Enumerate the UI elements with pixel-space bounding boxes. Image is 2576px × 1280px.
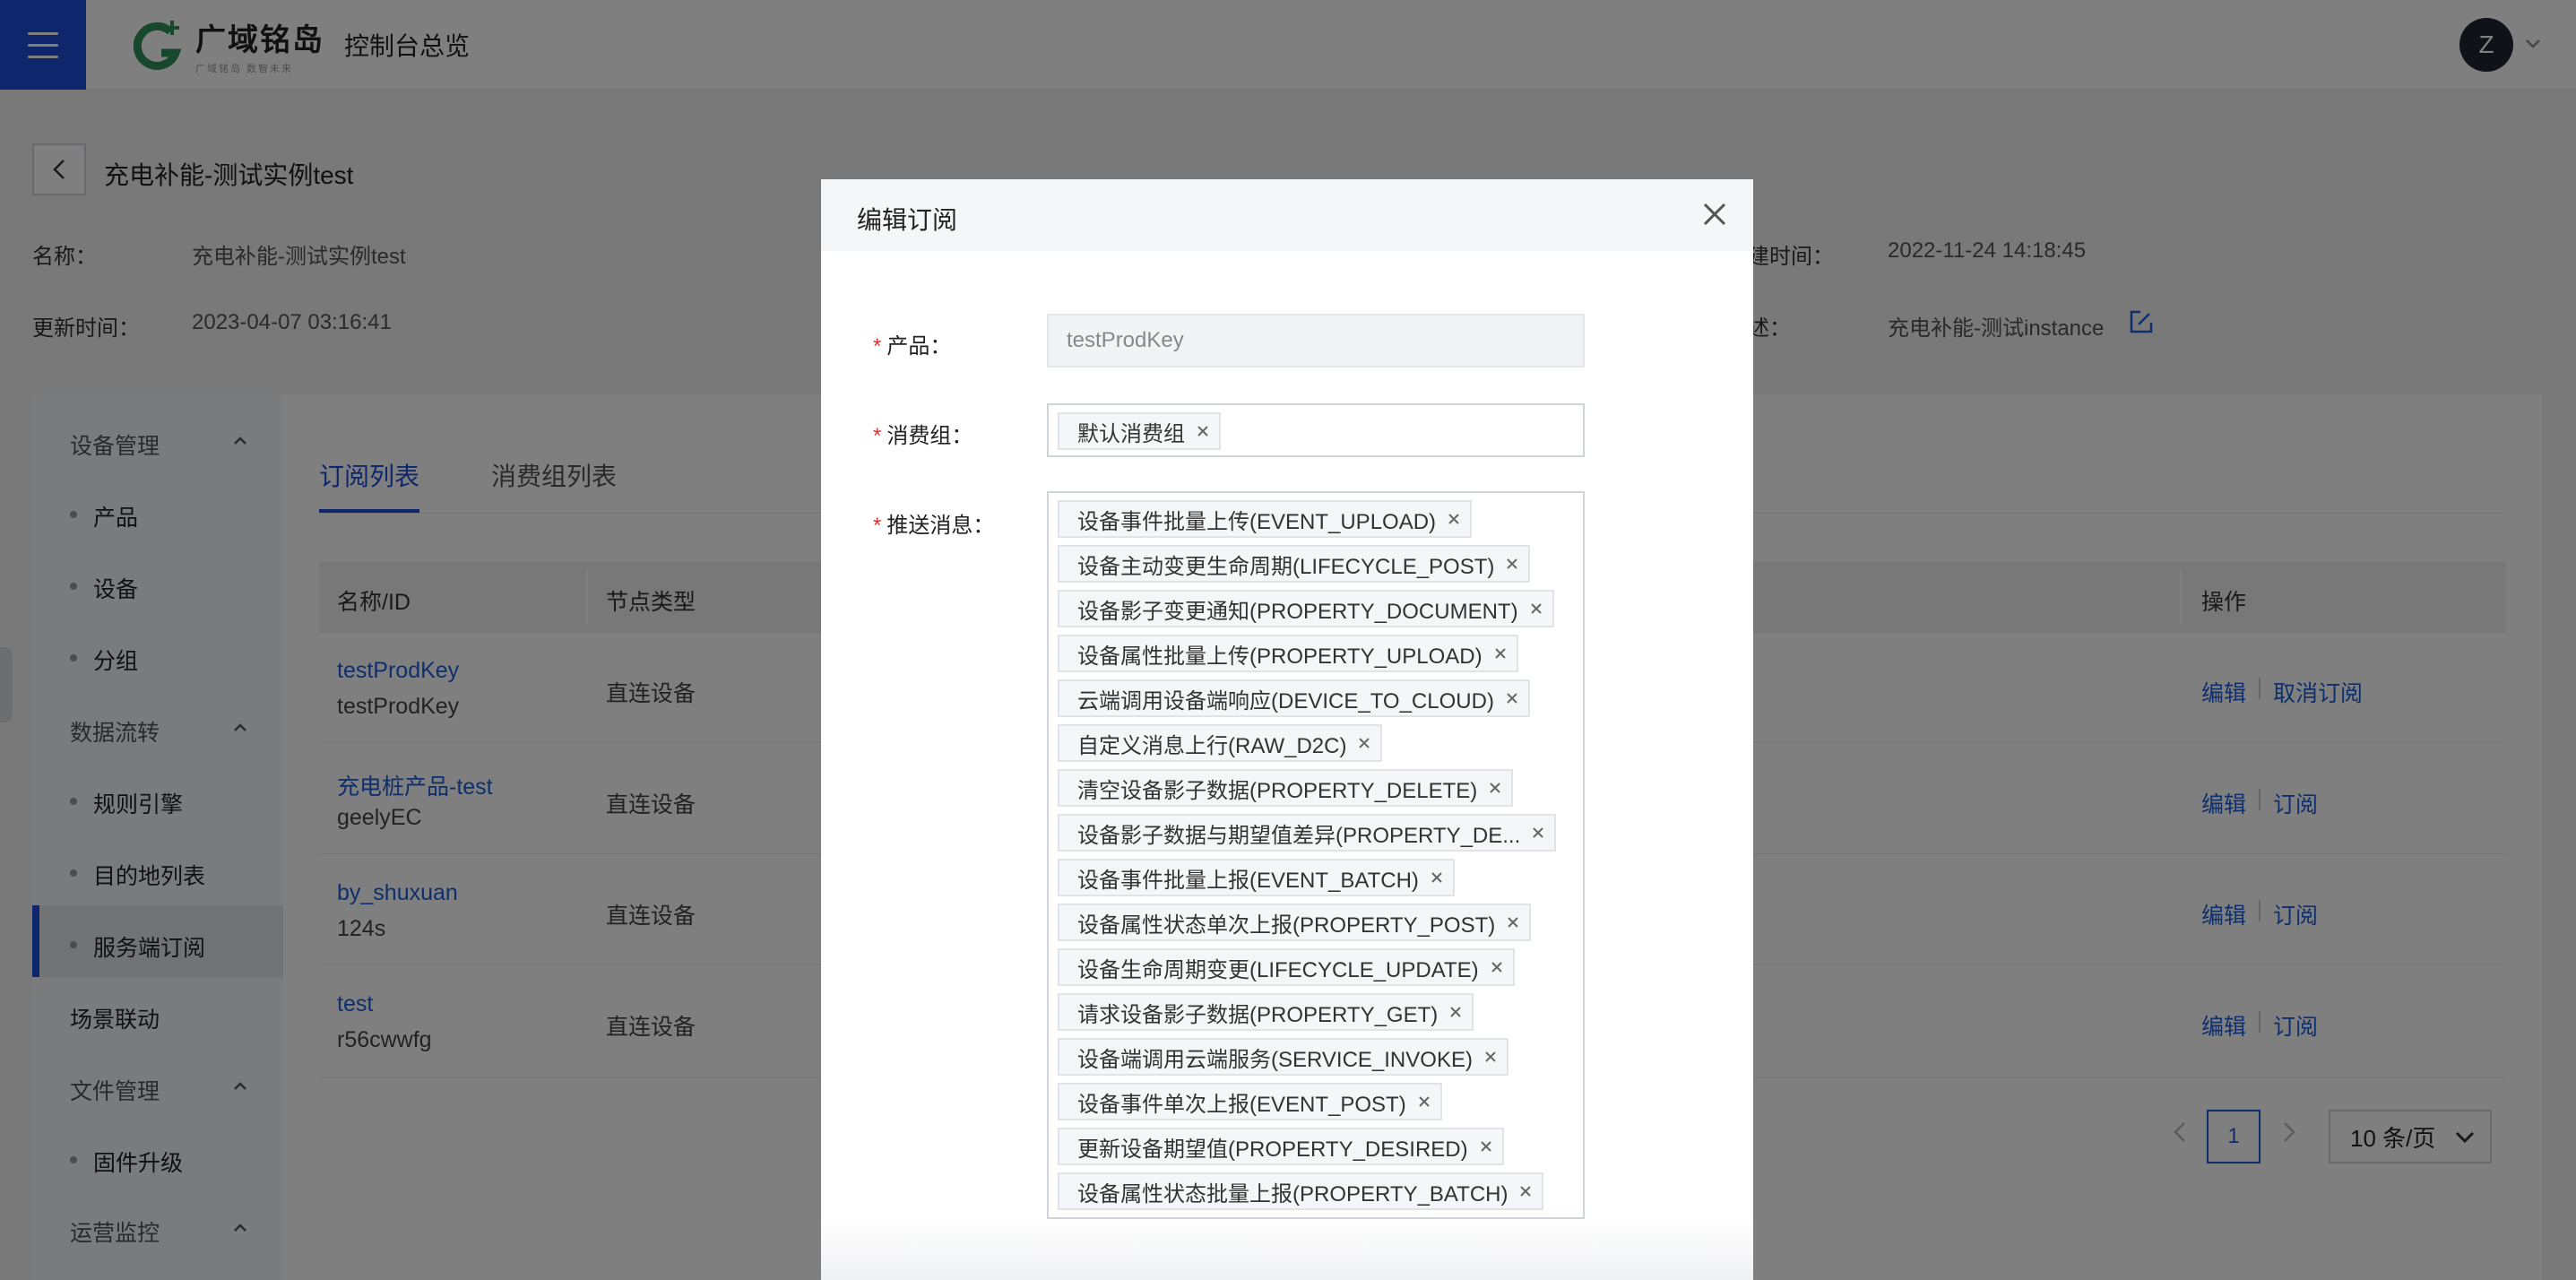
tag-label: 设备属性状态批量上报(PROPERTY_BATCH) <box>1077 1181 1508 1206</box>
selected-tag: 设备影子变更通知(PROPERTY_DOCUMENT) <box>1058 590 1554 627</box>
push-message-label: * 推送消息： <box>873 507 994 539</box>
close-icon[interactable] <box>1447 512 1461 526</box>
selected-tag: 设备生命周期变更(LIFECYCLE_UPDATE) <box>1058 948 1515 986</box>
product-label: * 产品： <box>873 328 951 359</box>
modal-bottom-fade <box>821 1219 1753 1280</box>
close-icon[interactable] <box>1518 1184 1533 1198</box>
tag-label: 设备事件批量上传(EVENT_UPLOAD) <box>1077 509 1437 534</box>
close-icon[interactable] <box>1506 915 1520 930</box>
tag-label: 自定义消息上行(RAW_D2C) <box>1077 733 1347 758</box>
selected-tag: 清空设备影子数据(PROPERTY_DELETE) <box>1058 769 1514 807</box>
tag-label: 默认消费组 <box>1077 421 1185 446</box>
close-icon[interactable] <box>1448 1005 1463 1019</box>
close-icon[interactable] <box>1196 424 1210 438</box>
tag-label: 设备影子数据与期望值差异(PROPERTY_DE... <box>1077 823 1521 848</box>
selected-tag: 更新设备期望值(PROPERTY_DESIRED) <box>1058 1128 1504 1165</box>
selected-tag: 设备属性批量上传(PROPERTY_UPLOAD) <box>1058 635 1518 672</box>
tag-label: 清空设备影子数据(PROPERTY_DELETE) <box>1077 778 1478 803</box>
tag-label: 设备事件单次上报(EVENT_POST) <box>1077 1092 1406 1117</box>
push-message-label-text: 推送消息： <box>886 514 995 538</box>
close-icon[interactable] <box>1417 1094 1431 1109</box>
selected-tag: 自定义消息上行(RAW_D2C) <box>1058 724 1383 762</box>
tag-label: 设备端调用云端服务(SERVICE_INVOKE) <box>1077 1047 1473 1072</box>
required-marker: * <box>873 424 882 448</box>
selected-tag: 云端调用设备端响应(DEVICE_TO_CLOUD) <box>1058 679 1530 717</box>
close-icon[interactable] <box>1529 601 1543 616</box>
tag-label: 请求设备影子数据(PROPERTY_GET) <box>1077 1002 1439 1027</box>
tag-label: 设备生命周期变更(LIFECYCLE_UPDATE) <box>1077 957 1479 982</box>
selected-tag: 设备影子数据与期望值差异(PROPERTY_DE... <box>1058 814 1557 852</box>
close-icon[interactable] <box>1490 960 1504 974</box>
required-marker: * <box>873 334 882 359</box>
close-icon[interactable] <box>1430 870 1444 885</box>
selected-tag: 设备事件批量上报(EVENT_BATCH) <box>1058 859 1455 896</box>
selected-tag: 设备事件批量上传(EVENT_UPLOAD) <box>1058 500 1473 538</box>
selected-tag: 设备属性状态单次上报(PROPERTY_POST) <box>1058 904 1532 941</box>
selected-tag: 设备属性状态批量上报(PROPERTY_BATCH) <box>1058 1172 1544 1210</box>
selected-tag: 设备事件单次上报(EVENT_POST) <box>1058 1083 1442 1120</box>
selected-tag: 设备主动变更生命周期(LIFECYCLE_POST) <box>1058 545 1531 583</box>
tag-label: 设备事件批量上报(EVENT_BATCH) <box>1077 868 1419 893</box>
consumer-group-label-text: 消费组： <box>886 424 973 448</box>
tag-label: 设备属性批量上传(PROPERTY_UPLOAD) <box>1077 644 1482 669</box>
close-icon[interactable] <box>1505 557 1519 571</box>
close-icon[interactable] <box>1479 1139 1493 1154</box>
selected-tag: 请求设备影子数据(PROPERTY_GET) <box>1058 993 1474 1031</box>
consumer-group-label: * 消费组： <box>873 418 972 449</box>
close-icon[interactable] <box>1357 736 1371 750</box>
modal-header: 编辑订阅 <box>821 179 1753 251</box>
tag-label: 更新设备期望值(PROPERTY_DESIRED) <box>1077 1137 1468 1162</box>
tag-label: 云端调用设备端响应(DEVICE_TO_CLOUD) <box>1077 688 1494 714</box>
tag-label: 设备主动变更生命周期(LIFECYCLE_POST) <box>1077 554 1495 579</box>
required-marker: * <box>873 514 882 538</box>
product-label-text: 产品： <box>886 334 952 359</box>
consumer-group-select[interactable]: 默认消费组 <box>1047 403 1585 457</box>
tag-label: 设备属性状态单次上报(PROPERTY_POST) <box>1077 912 1496 938</box>
selected-tag: 默认消费组 <box>1058 412 1221 450</box>
push-message-select[interactable]: 设备事件批量上传(EVENT_UPLOAD) 设备主动变更生命周期(LIFECYC… <box>1047 491 1585 1219</box>
selected-tag: 设备端调用云端服务(SERVICE_INVOKE) <box>1058 1038 1508 1076</box>
close-icon[interactable] <box>1488 781 1502 795</box>
close-icon[interactable] <box>1531 826 1545 840</box>
close-icon[interactable] <box>1505 691 1519 705</box>
tag-label: 设备影子变更通知(PROPERTY_DOCUMENT) <box>1077 599 1518 624</box>
close-icon[interactable] <box>1483 1050 1498 1064</box>
modal-title: 编辑订阅 <box>857 206 958 234</box>
close-icon[interactable] <box>1699 199 1730 229</box>
close-icon[interactable] <box>1493 646 1508 661</box>
edit-subscription-modal: 编辑订阅 * 产品： testProdKey * 消费组： 默认消费组 * 推送消息：… <box>821 179 1753 1280</box>
product-input: testProdKey <box>1047 314 1585 368</box>
